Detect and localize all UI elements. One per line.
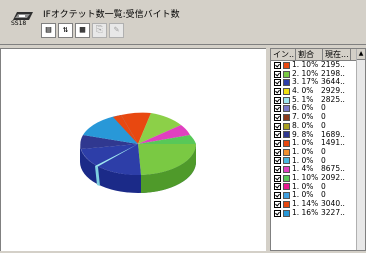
row-current-value: 1689..	[321, 130, 345, 139]
color-swatch	[283, 96, 290, 104]
row-current-value: 0	[321, 191, 326, 200]
settings-icon: ▦	[79, 25, 86, 35]
list-item[interactable]: 1. 16% 3227..	[271, 207, 365, 218]
color-swatch	[283, 122, 290, 130]
pie-chart-3d	[80, 112, 197, 193]
row-checkbox[interactable]	[274, 70, 281, 78]
color-swatch	[283, 148, 290, 156]
color-swatch	[283, 113, 290, 121]
list-item[interactable]: 1. 14% 3040..	[271, 199, 365, 209]
color-swatch	[283, 157, 290, 165]
toolbar: ▤ ⇅ ▦ ⎘ ✎	[41, 23, 124, 43]
scroll-up-icon[interactable]: ▲	[357, 49, 365, 60]
color-swatch	[283, 70, 290, 78]
row-current-value: 0	[321, 182, 326, 191]
legend-list: イン.. 割合 現在... 1. 10% 2195.. 2. 10% 2198.. 3.…	[270, 48, 366, 251]
copy-button[interactable]: ⎘	[92, 23, 107, 38]
color-swatch	[283, 166, 290, 174]
row-current-value: 0	[321, 147, 326, 156]
header-divider	[0, 44, 366, 45]
row-checkbox[interactable]	[274, 209, 281, 217]
column-interface[interactable]: イン..	[271, 49, 296, 60]
color-swatch	[283, 79, 290, 87]
column-ratio[interactable]: 割合	[296, 49, 323, 60]
color-swatch	[283, 105, 290, 113]
settings-button[interactable]: ▦	[75, 23, 90, 38]
row-checkbox[interactable]	[274, 192, 281, 200]
row-current-value: 0	[321, 113, 326, 122]
list-item[interactable]: 9. 8% 1689..	[271, 130, 365, 140]
copy-icon: ⎘	[95, 25, 104, 35]
list-item[interactable]: 3. 17% 3644..	[271, 78, 365, 87]
list-item[interactable]: 6. 0% 0	[271, 104, 365, 113]
row-checkbox[interactable]	[274, 87, 281, 95]
list-item[interactable]: 2. 10% 2198..	[271, 69, 365, 79]
vertical-scrollbar[interactable]: ▲	[356, 49, 365, 250]
list-item[interactable]: 1. 10% 2092..	[271, 173, 365, 183]
list-item[interactable]: 8. 0% 0	[271, 121, 365, 131]
list-item[interactable]: 1. 0% 0	[271, 182, 365, 192]
list-item[interactable]: 7. 0% 0	[271, 112, 365, 122]
app-icon-label: SS18	[11, 20, 27, 27]
row-checkbox[interactable]	[274, 113, 281, 121]
row-checkbox[interactable]	[274, 200, 281, 208]
row-checkbox[interactable]	[274, 140, 281, 148]
row-current-value: 2929..	[321, 87, 345, 96]
color-swatch	[283, 87, 290, 95]
row-current-value: 3040..	[321, 200, 345, 208]
window-title: IFオクテット数一覧:受信バイト数	[43, 10, 180, 20]
graph-type-button[interactable]: ▤	[41, 23, 56, 38]
row-ratio: 1. 16%	[292, 207, 319, 217]
graph-type-icon: ▤	[45, 25, 52, 35]
row-checkbox[interactable]	[274, 131, 281, 139]
row-current-value: 2825..	[321, 95, 345, 104]
window-header: SS18 IFオクテット数一覧:受信バイト数 ▤ ⇅ ▦ ⎘ ✎	[0, 0, 366, 45]
app-icon: SS18	[9, 10, 37, 31]
row-checkbox[interactable]	[274, 183, 281, 191]
list-item[interactable]: 5. 1% 2825..	[271, 95, 365, 105]
color-swatch	[283, 140, 290, 148]
sort-icon: ⇅	[62, 25, 69, 35]
color-swatch	[283, 192, 290, 200]
row-checkbox[interactable]	[274, 122, 281, 130]
list-item[interactable]: 1. 0% 1491..	[271, 138, 365, 148]
color-swatch	[283, 174, 290, 182]
edit-icon: ✎	[113, 25, 120, 35]
color-swatch	[283, 209, 290, 217]
row-checkbox[interactable]	[274, 166, 281, 174]
list-rows: 1. 10% 2195.. 2. 10% 2198.. 3. 17% 3644.. 4. 0…	[271, 60, 365, 218]
color-swatch	[283, 200, 290, 208]
row-checkbox[interactable]	[274, 174, 281, 182]
row-current-value: 3644..	[321, 78, 345, 87]
edit-button[interactable]: ✎	[109, 23, 124, 38]
row-checkbox[interactable]	[274, 105, 281, 113]
list-item[interactable]: 1. 0% 0	[271, 147, 365, 157]
list-item[interactable]: 1. 4% 8675..	[271, 165, 365, 174]
row-current-value: 3227..	[321, 208, 345, 217]
list-item[interactable]: 1. 10% 2195..	[271, 60, 365, 70]
row-current-value: 8675..	[321, 165, 345, 174]
row-checkbox[interactable]	[274, 79, 281, 87]
color-swatch	[283, 131, 290, 139]
row-current-value: 0	[321, 121, 326, 130]
list-header: イン.. 割合 現在...	[271, 49, 365, 61]
color-swatch	[283, 183, 290, 191]
column-current[interactable]: 現在...	[323, 49, 351, 60]
row-checkbox[interactable]	[274, 148, 281, 156]
row-current-value: 0	[321, 104, 326, 113]
row-current-value: 0	[321, 156, 326, 165]
list-item[interactable]: 4. 0% 2929..	[271, 86, 365, 96]
row-current-value: 2198..	[321, 69, 345, 78]
list-item[interactable]: 1. 0% 0	[271, 156, 365, 166]
row-current-value: 2092..	[321, 173, 345, 182]
row-checkbox[interactable]	[274, 61, 281, 69]
sort-button[interactable]: ⇅	[58, 23, 73, 38]
row-current-value: 2195..	[321, 61, 345, 69]
list-item[interactable]: 1. 0% 0	[271, 191, 365, 200]
row-checkbox[interactable]	[274, 157, 281, 165]
row-current-value: 1491..	[321, 139, 345, 148]
row-checkbox[interactable]	[274, 96, 281, 104]
pie-chart-area	[0, 48, 266, 251]
color-swatch	[283, 61, 290, 69]
